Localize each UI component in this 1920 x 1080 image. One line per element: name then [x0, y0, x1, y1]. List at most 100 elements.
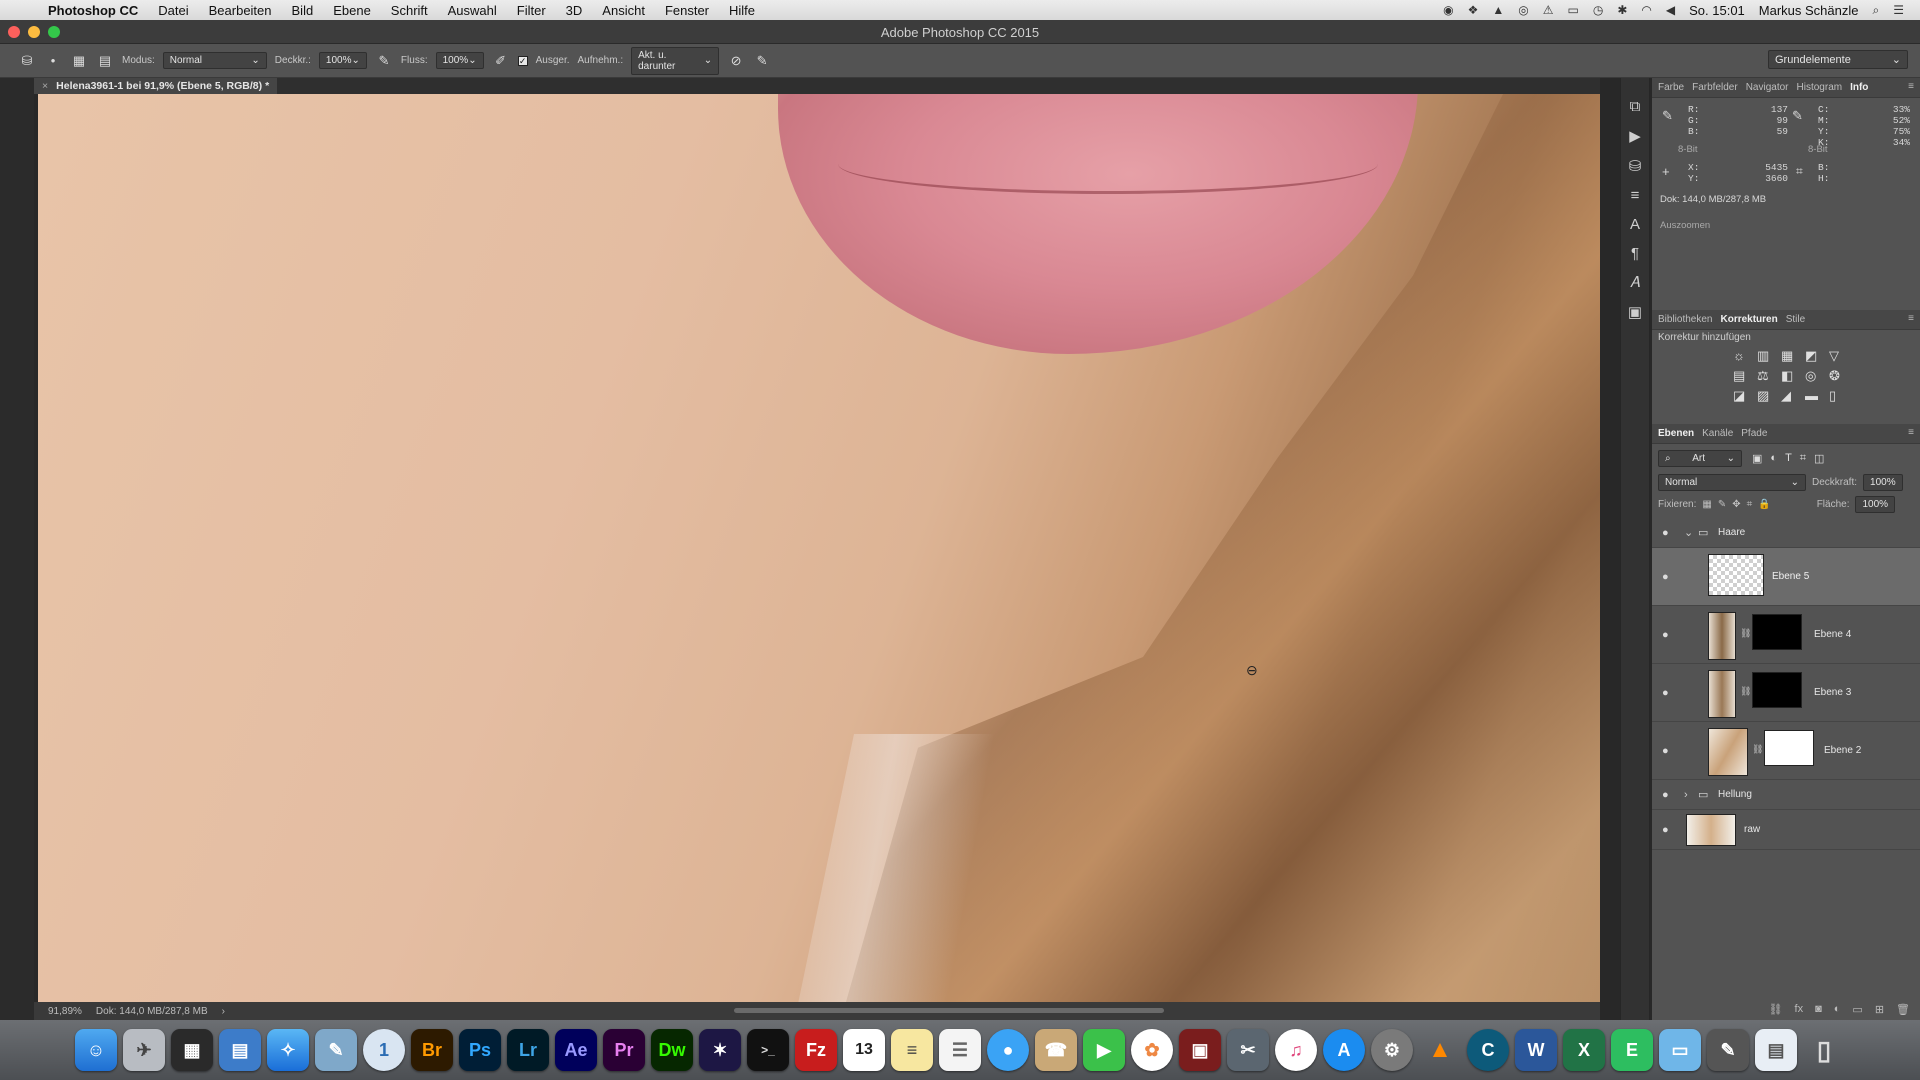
dropbox-icon[interactable]: ❖: [1468, 3, 1479, 17]
layer-mask-thumbnail[interactable]: [1752, 672, 1802, 708]
dock-launchpad-icon[interactable]: ✈: [123, 1029, 165, 1071]
visibility-eye-icon[interactable]: ●: [1662, 789, 1669, 801]
dock-photos-icon[interactable]: ✿: [1131, 1029, 1173, 1071]
mode-select[interactable]: Normal ⌄: [162, 52, 267, 69]
layer-group-haare[interactable]: ● ⌄ ▭ Haare: [1652, 518, 1920, 548]
tab-histogram[interactable]: Histogram: [1797, 82, 1843, 93]
doc-size[interactable]: Dok: 144,0 MB/287,8 MB: [96, 1006, 208, 1017]
layer-raw[interactable]: ● raw: [1652, 810, 1920, 850]
tab-farbe[interactable]: Farbe: [1658, 82, 1684, 93]
volume-icon[interactable]: ◀: [1666, 3, 1675, 17]
layer-ebene-5[interactable]: ● Ebene 5: [1652, 548, 1920, 606]
new-adjustment-icon[interactable]: ◐: [1834, 1003, 1841, 1016]
display-icon[interactable]: ▭: [1568, 3, 1579, 17]
gradient-map-icon[interactable]: ▬: [1805, 388, 1827, 404]
visibility-eye-icon[interactable]: ●: [1662, 527, 1669, 539]
document-tab[interactable]: × Helena3961-1 bei 91,9% (Ebene 5, RGB/8…: [34, 78, 278, 94]
dock-preview2-icon[interactable]: ✎: [315, 1029, 357, 1071]
dock-dreamweaver-icon[interactable]: Dw: [651, 1029, 693, 1071]
dock-facetime-icon[interactable]: ▶: [1083, 1029, 1125, 1071]
lock-position-icon[interactable]: ✥: [1732, 499, 1740, 510]
chevron-right-icon[interactable]: ›: [1684, 789, 1688, 801]
channel-mixer-icon[interactable]: ❂: [1829, 368, 1851, 384]
dock-vlc-icon[interactable]: ▲: [1419, 1029, 1461, 1071]
dock-mission-control-icon[interactable]: ▦: [171, 1029, 213, 1071]
tab-navigator[interactable]: Navigator: [1746, 82, 1789, 93]
levels-icon[interactable]: ▥: [1757, 348, 1779, 364]
vibrance-icon[interactable]: ▽: [1829, 348, 1851, 364]
chevron-down-icon[interactable]: ⌄: [1684, 526, 1693, 539]
horizontal-scrollbar[interactable]: [734, 1008, 1164, 1013]
color-balance-icon[interactable]: ⚖: [1757, 368, 1779, 384]
menu-ansicht[interactable]: Ansicht: [592, 3, 655, 18]
lock-pixels-icon[interactable]: ✎: [1718, 499, 1726, 510]
mask-link-icon[interactable]: ⛓: [1740, 628, 1751, 639]
zoom-level[interactable]: 91,89%: [48, 1006, 82, 1017]
visibility-eye-icon[interactable]: ●: [1662, 745, 1669, 757]
dock-photo-booth-icon[interactable]: ▣: [1179, 1029, 1221, 1071]
tab-kanaele[interactable]: Kanäle: [1702, 428, 1733, 439]
layer-mask-thumbnail[interactable]: [1764, 730, 1814, 766]
workspace-select[interactable]: Grundelemente ⌄: [1768, 50, 1908, 69]
invert-icon[interactable]: ◪: [1733, 388, 1755, 404]
record-icon[interactable]: ◉: [1443, 3, 1453, 17]
dock-folder-icon[interactable]: ▭: [1659, 1029, 1701, 1071]
eyedropper-icon[interactable]: ✎: [1792, 108, 1803, 124]
eyedropper-icon[interactable]: ✎: [1662, 108, 1673, 124]
dock-downloads-icon[interactable]: ▤: [1755, 1029, 1797, 1071]
panel-menu-icon[interactable]: ≡: [1908, 313, 1914, 324]
dock-calendar-icon[interactable]: 13: [843, 1029, 885, 1071]
flow-field[interactable]: 100% ⌄: [435, 52, 484, 69]
pressure-size-icon[interactable]: ✎: [753, 53, 771, 69]
menu-schrift[interactable]: Schrift: [381, 3, 438, 18]
user-name[interactable]: Markus Schänzle: [1759, 3, 1859, 18]
dock-camtasia-icon[interactable]: C: [1467, 1029, 1509, 1071]
menu-fenster[interactable]: Fenster: [655, 3, 719, 18]
dock-contacts-icon[interactable]: ☎: [1035, 1029, 1077, 1071]
dock-safari-icon[interactable]: ✧: [267, 1029, 309, 1071]
brush-panel-icon[interactable]: ▦: [70, 53, 88, 69]
visibility-eye-icon[interactable]: ●: [1662, 629, 1669, 641]
menu-filter[interactable]: Filter: [507, 3, 556, 18]
black-white-icon[interactable]: ◧: [1781, 368, 1803, 384]
dock-photoshop-icon[interactable]: Ps: [459, 1029, 501, 1071]
lock-transparency-icon[interactable]: ▦: [1702, 499, 1711, 510]
menu-hilfe[interactable]: Hilfe: [719, 3, 765, 18]
tab-korrekturen[interactable]: Korrekturen: [1720, 314, 1777, 325]
tab-info[interactable]: Info: [1850, 82, 1868, 93]
warning-icon[interactable]: ⚠: [1543, 3, 1554, 17]
curves-icon[interactable]: ▦: [1781, 348, 1803, 364]
fill-field[interactable]: 100%: [1855, 496, 1896, 513]
menu-bearbeiten[interactable]: Bearbeiten: [199, 3, 282, 18]
layer-filter-select[interactable]: ⌕ Art ⌄: [1658, 450, 1742, 467]
tab-pfade[interactable]: Pfade: [1741, 428, 1767, 439]
visibility-eye-icon[interactable]: ●: [1662, 824, 1669, 836]
mask-link-icon[interactable]: ⛓: [1740, 686, 1751, 697]
add-mask-icon[interactable]: ◙: [1815, 1003, 1822, 1016]
layer-ebene-3[interactable]: ● ⛓ Ebene 3: [1652, 664, 1920, 722]
bluetooth-icon[interactable]: ✱: [1617, 3, 1627, 17]
dock-filezilla-icon[interactable]: Fz: [795, 1029, 837, 1071]
clone-stamp-tool-icon[interactable]: ⛁: [18, 53, 36, 69]
actions-play-icon[interactable]: ▶: [1629, 127, 1641, 145]
menu-datei[interactable]: Datei: [148, 3, 198, 18]
status-menu-arrow-icon[interactable]: ›: [222, 1006, 225, 1017]
dock-finder-icon[interactable]: ☺: [75, 1029, 117, 1071]
dock-preview-icon[interactable]: ▤: [219, 1029, 261, 1071]
dock-trash-icon[interactable]: ▯: [1803, 1029, 1845, 1071]
clone-source-panel-icon[interactable]: ⛁: [1629, 157, 1642, 175]
layer-style-icon[interactable]: fx: [1795, 1003, 1804, 1016]
posterize-icon[interactable]: ▨: [1757, 388, 1779, 404]
lock-artboard-icon[interactable]: ⌗: [1747, 499, 1753, 510]
cc-icon[interactable]: ◎: [1518, 3, 1528, 17]
dock-itunes-icon[interactable]: ♫: [1275, 1029, 1317, 1071]
blend-mode-select[interactable]: Normal ⌄: [1658, 474, 1806, 491]
threshold-icon[interactable]: ◢: [1781, 388, 1803, 404]
wifi-icon[interactable]: ◠: [1641, 3, 1651, 17]
airbrush-icon[interactable]: ✐: [492, 53, 510, 69]
layer-opacity-field[interactable]: 100%: [1863, 474, 1904, 491]
exposure-icon[interactable]: ◩: [1805, 348, 1827, 364]
delete-layer-icon[interactable]: 🗑: [1896, 1003, 1910, 1016]
dock-bridge-icon[interactable]: Br: [411, 1029, 453, 1071]
properties-icon[interactable]: ≡: [1631, 187, 1640, 204]
